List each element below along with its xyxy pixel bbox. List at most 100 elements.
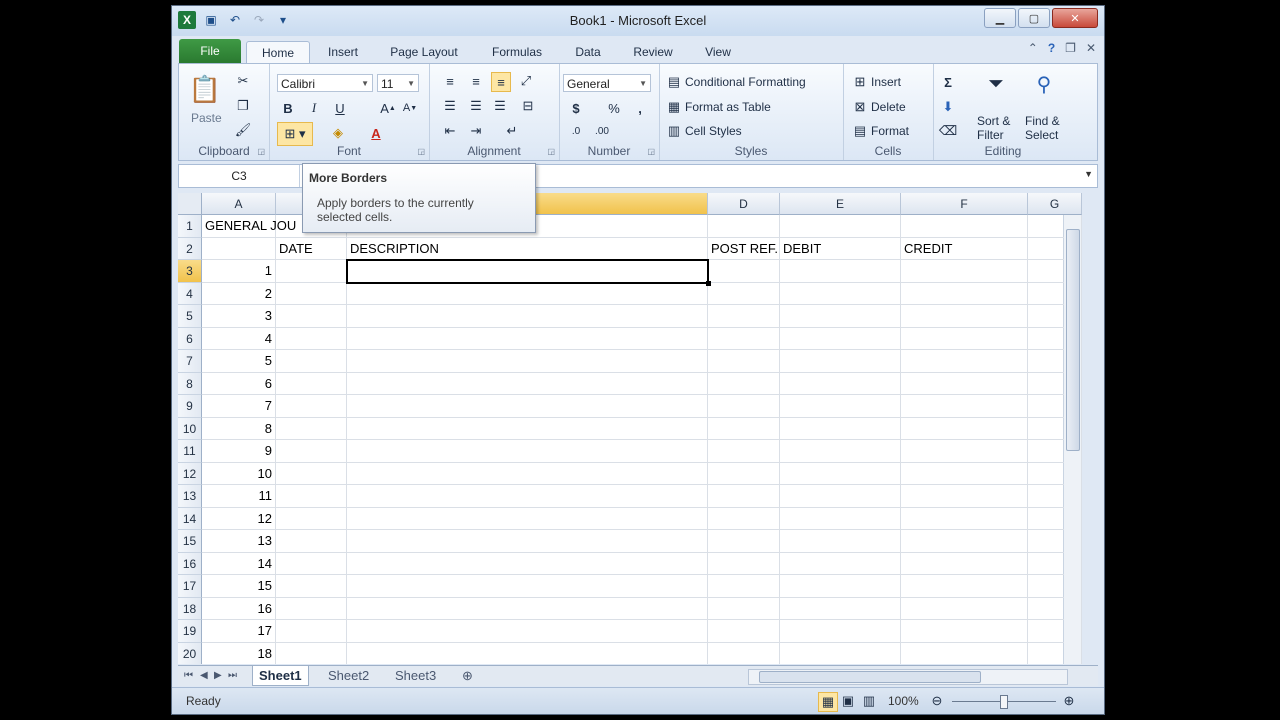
minimize-ribbon-icon[interactable]: ⌃: [1028, 41, 1038, 55]
paste-icon[interactable]: 📋: [189, 72, 221, 106]
cell-a16[interactable]: 14: [202, 553, 272, 575]
clear-icon[interactable]: ⌫: [939, 122, 957, 140]
row-header-10[interactable]: 10: [178, 417, 202, 440]
find-select-label-2[interactable]: Select: [1025, 128, 1058, 142]
increase-decimal-icon[interactable]: .0: [567, 122, 585, 140]
first-sheet-nav-icon[interactable]: ⏮: [184, 666, 193, 685]
row-header-11[interactable]: 11: [178, 440, 202, 463]
last-sheet-nav-icon[interactable]: ⏭: [228, 666, 237, 685]
align-left-icon[interactable]: ☰: [441, 97, 459, 115]
row-header-9[interactable]: 9: [178, 395, 202, 418]
row-header-5[interactable]: 5: [178, 305, 202, 328]
borders-button[interactable]: ⊞ ▾: [277, 122, 313, 146]
tab-formulas[interactable]: Formulas: [482, 41, 552, 63]
column-header-e[interactable]: E: [780, 193, 901, 215]
format-painter-icon[interactable]: 🖌: [234, 121, 252, 139]
comma-button[interactable]: ,: [631, 99, 649, 117]
paste-label[interactable]: Paste: [191, 111, 222, 125]
row-header-7[interactable]: 7: [178, 350, 202, 373]
cell-a8[interactable]: 6: [202, 373, 272, 395]
decrease-indent-icon[interactable]: ⇤: [441, 122, 459, 140]
middle-align-icon[interactable]: ≡: [467, 72, 485, 90]
number-format-combo[interactable]: General ▼: [563, 74, 651, 92]
tab-insert[interactable]: Insert: [318, 41, 368, 63]
bold-button[interactable]: B: [279, 99, 297, 117]
row-header-6[interactable]: 6: [178, 327, 202, 350]
help-icon[interactable]: ?: [1048, 41, 1055, 55]
row-header-8[interactable]: 8: [178, 372, 202, 395]
zoom-in-icon[interactable]: ⊕: [1060, 692, 1078, 710]
sort-filter-label-2[interactable]: Filter: [977, 128, 1004, 142]
find-select-label-1[interactable]: Find &: [1025, 114, 1060, 128]
zoom-slider-thumb[interactable]: [1000, 695, 1008, 709]
center-icon[interactable]: ☰: [467, 97, 485, 115]
cell-a19[interactable]: 17: [202, 620, 272, 642]
cell-a17[interactable]: 15: [202, 575, 272, 597]
select-all-corner[interactable]: [178, 193, 202, 215]
column-header-d[interactable]: D: [708, 193, 780, 215]
insert-cells-icon[interactable]: ⊞: [851, 73, 869, 91]
cell-styles-button[interactable]: Cell Styles: [685, 124, 742, 138]
cell-c2[interactable]: DESCRIPTION: [350, 238, 439, 260]
row-header-12[interactable]: 12: [178, 462, 202, 485]
percent-button[interactable]: %: [605, 99, 623, 117]
italic-button[interactable]: I: [305, 99, 323, 117]
zoom-out-icon[interactable]: ⊖: [928, 692, 946, 710]
wrap-text-icon[interactable]: ↵: [503, 122, 521, 140]
cell-a7[interactable]: 5: [202, 350, 272, 372]
conditional-formatting-button[interactable]: Conditional Formatting: [685, 75, 806, 89]
cell-a15[interactable]: 13: [202, 530, 272, 552]
cell-b2[interactable]: DATE: [279, 238, 313, 260]
align-right-icon[interactable]: ☰: [491, 97, 509, 115]
format-as-table-button[interactable]: Format as Table: [685, 100, 771, 114]
cell-a18[interactable]: 16: [202, 598, 272, 620]
column-header-g[interactable]: G: [1028, 193, 1082, 215]
row-header-1[interactable]: 1: [178, 215, 202, 238]
delete-cells-icon[interactable]: ⊠: [851, 98, 869, 116]
cell-a20[interactable]: 18: [202, 643, 272, 665]
sort-filter-label-1[interactable]: Sort &: [977, 114, 1010, 128]
row-header-3[interactable]: 3: [178, 260, 202, 283]
horizontal-scrollbar[interactable]: [748, 669, 1068, 685]
minimize-button[interactable]: ▁: [984, 8, 1016, 28]
expand-formula-bar-icon[interactable]: ▼: [1084, 169, 1093, 179]
cell-a12[interactable]: 10: [202, 463, 272, 485]
format-cells-icon[interactable]: ▤: [851, 122, 869, 140]
font-launcher-icon[interactable]: ◲: [417, 147, 425, 156]
row-header-17[interactable]: 17: [178, 575, 202, 598]
alignment-launcher-icon[interactable]: ◲: [547, 147, 555, 156]
cell-a1[interactable]: GENERAL JOU: [205, 215, 296, 237]
fill-icon[interactable]: ⬇: [939, 98, 957, 116]
page-break-view-icon[interactable]: ▥: [860, 692, 878, 710]
number-launcher-icon[interactable]: ◲: [647, 147, 655, 156]
cell-a6[interactable]: 4: [202, 328, 272, 350]
prev-sheet-nav-icon[interactable]: ◀: [200, 666, 208, 685]
insert-cells-button[interactable]: Insert: [871, 75, 901, 89]
autosum-button[interactable]: Σ: [939, 73, 957, 91]
insert-worksheet-icon[interactable]: ⊕: [462, 666, 473, 685]
tab-review[interactable]: Review: [628, 41, 678, 63]
clipboard-launcher-icon[interactable]: ◲: [257, 147, 265, 156]
shrink-font-icon[interactable]: A ▼: [401, 99, 419, 117]
cell-a9[interactable]: 7: [202, 395, 272, 417]
sort-filter-icon[interactable]: ⏷: [981, 70, 1011, 98]
font-size-combo[interactable]: 11 ▼: [377, 74, 419, 92]
conditional-formatting-icon[interactable]: ▤: [665, 73, 683, 91]
font-name-combo[interactable]: Calibri ▼: [277, 74, 373, 92]
row-header-16[interactable]: 16: [178, 552, 202, 575]
zoom-level[interactable]: 100%: [888, 694, 919, 708]
normal-view-icon[interactable]: ▦: [818, 692, 838, 712]
sheet-tab-sheet1[interactable]: Sheet1: [252, 666, 309, 686]
vertical-scroll-thumb[interactable]: [1066, 229, 1080, 451]
fill-handle[interactable]: [706, 280, 711, 286]
tab-data[interactable]: Data: [568, 41, 608, 63]
cut-icon[interactable]: ✂: [234, 72, 252, 90]
tab-view[interactable]: View: [700, 41, 736, 63]
orientation-icon[interactable]: ⤢: [517, 72, 535, 90]
font-color-icon[interactable]: A: [367, 124, 385, 142]
row-header-15[interactable]: 15: [178, 530, 202, 553]
top-align-icon[interactable]: ≡: [441, 72, 459, 90]
sheet-tab-sheet3[interactable]: Sheet3: [395, 666, 436, 685]
cell-a4[interactable]: 2: [202, 283, 272, 305]
row-header-14[interactable]: 14: [178, 507, 202, 530]
